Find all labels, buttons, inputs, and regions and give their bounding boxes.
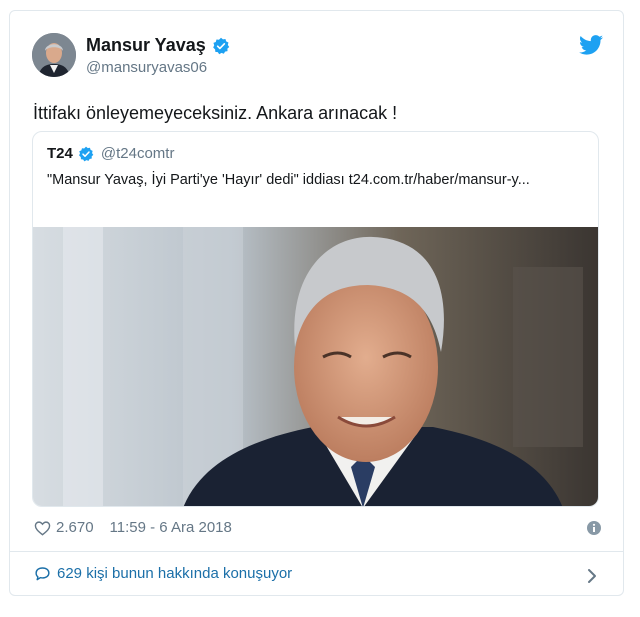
speech-bubble-icon	[35, 566, 50, 580]
twitter-bird-icon[interactable]	[579, 35, 603, 55]
avatar[interactable]	[32, 33, 76, 77]
conversation-label[interactable]: 629 kişi bunun hakkında konuşuyor	[57, 565, 292, 582]
quoted-author-name[interactable]: T24	[47, 145, 73, 162]
info-icon[interactable]	[587, 521, 601, 535]
tweet-card: Mansur Yavaş @mansuryavas06 İttifakı önl…	[9, 10, 624, 596]
verified-badge-icon	[212, 37, 229, 54]
quoted-tweet-text: "Mansur Yavaş, İyi Parti'ye 'Hayır' dedi…	[47, 172, 530, 188]
quoted-author-handle[interactable]: @t24comtr	[101, 145, 175, 162]
heart-icon[interactable]	[34, 520, 51, 536]
verified-badge-icon	[78, 146, 94, 161]
author-name[interactable]: Mansur Yavaş	[86, 35, 206, 56]
conversation-link[interactable]: 629 kişi bunun hakkında konuşuyor	[34, 565, 292, 582]
quoted-tweet[interactable]: T24 @t24comtr "Mansur Yavaş, İyi Parti'y…	[32, 131, 599, 507]
chevron-right-icon[interactable]	[587, 568, 597, 584]
like-count[interactable]: 2.670	[56, 519, 94, 536]
quoted-photo[interactable]	[33, 227, 599, 507]
timestamp[interactable]: 11:59 - 6 Ara 2018	[110, 519, 232, 536]
divider	[10, 551, 623, 552]
author-handle[interactable]: @mansuryavas06	[86, 59, 207, 76]
tweet-text: İttifakı önleyemeyeceksiniz. Ankara arın…	[33, 103, 398, 123]
